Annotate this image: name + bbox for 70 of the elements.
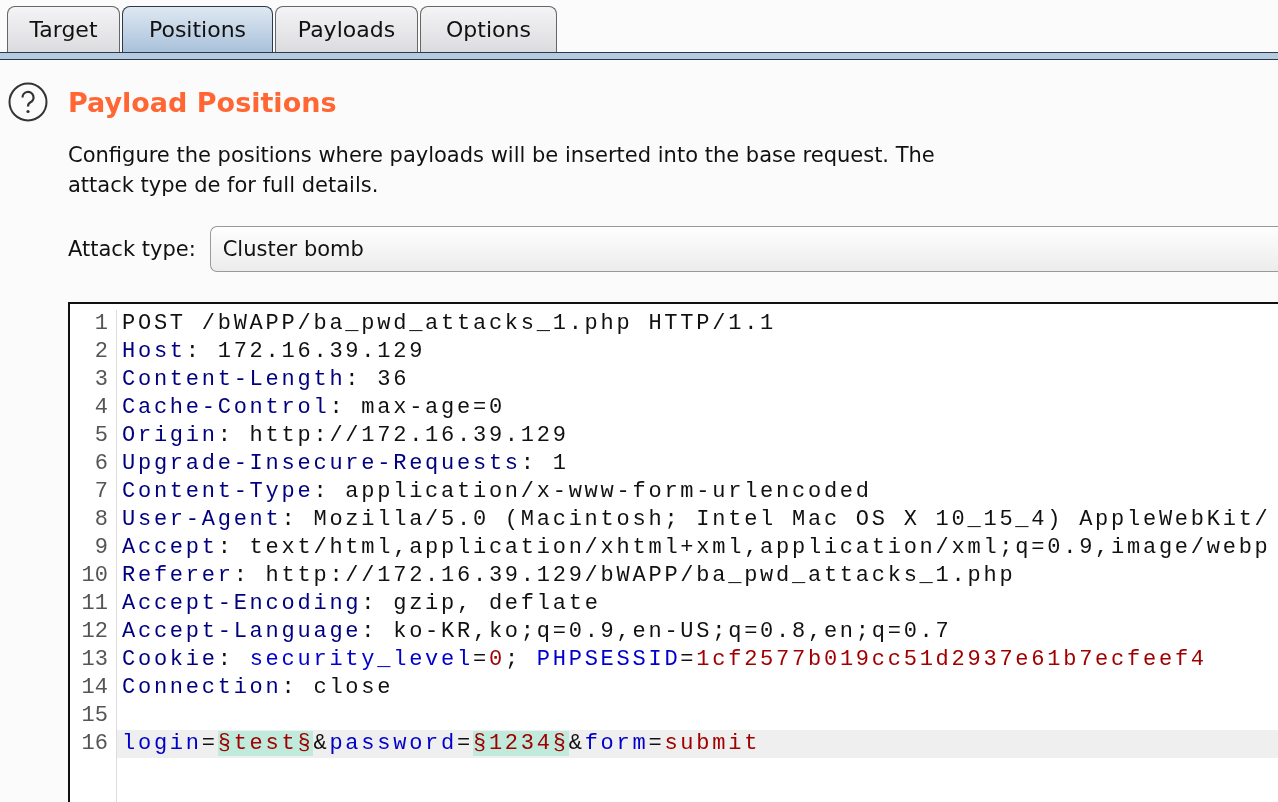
code-text: : text/html,application/xhtml+xml,application/xml;q=0.9,image/webp: [217, 535, 1271, 560]
line-number: 7: [70, 478, 117, 506]
parameter-value: 0: [488, 647, 505, 672]
line-number: 6: [70, 450, 117, 478]
header-name: Accept-Encoding: [122, 591, 362, 616]
section-title: Payload Positions: [68, 86, 337, 118]
line-number: 10: [70, 562, 117, 590]
code-text: : http://172.16.39.129: [217, 423, 569, 448]
payload-marker: §test§: [217, 731, 314, 756]
header-name: Cookie: [122, 647, 218, 672]
parameter-name: form: [584, 731, 649, 756]
line-number: 14: [70, 674, 117, 702]
code-text: : max-age=0: [329, 395, 505, 420]
parameter-name: login: [122, 731, 202, 756]
tab[interactable]: Options: [420, 6, 557, 52]
line-number: 9: [70, 534, 117, 562]
header-name: Host: [122, 339, 186, 364]
code-text: : 172.16.39.129: [185, 339, 426, 364]
parameter-name: PHPSESSID: [536, 647, 681, 672]
parameter-value: 1cf2577b019cc51d2937e61b7ecfeef4: [696, 647, 1207, 672]
code-text: : 1: [520, 451, 569, 476]
code-text: =: [648, 731, 665, 756]
code-text: : ko-KR,ko;q=0.9,en-US;q=0.8,en;q=0.7: [361, 619, 952, 644]
code-text: : application/x-www-form-urlencoded: [313, 479, 872, 504]
header-name: Upgrade-Insecure-Requests: [122, 451, 521, 476]
code-text: =: [680, 647, 697, 672]
tab[interactable]: Positions: [122, 6, 273, 52]
header-name: User-Agent: [122, 507, 282, 532]
header-name: Referer: [122, 563, 234, 588]
section-description: Configure the positions where payloads will be inserted into the base request. The attack type de for full details.: [68, 142, 936, 199]
code-text: POST /bWAPP/ba_pwd_attacks_1.php HTTP/1.1: [122, 311, 777, 336]
line-number: 12: [70, 618, 117, 646]
parameter-value: submit: [664, 731, 761, 756]
attack-type-dropdown[interactable]: Cluster bomb: [209, 226, 1278, 272]
code-text: :: [217, 647, 235, 672]
parameter-name: password: [329, 731, 457, 756]
header-name: Content-Length: [122, 367, 346, 392]
payload-marker: §1234§: [472, 731, 569, 756]
header-name: Accept: [122, 535, 218, 560]
request-editor[interactable]: [68, 302, 1278, 802]
line-number: 15: [70, 702, 117, 730]
code-text: =: [457, 731, 473, 756]
code-text: &: [313, 731, 330, 756]
tab[interactable]: Target: [7, 6, 120, 52]
line-number: 1: [70, 310, 117, 338]
header-name: Origin: [122, 423, 218, 448]
header-name: Content-Type: [122, 479, 314, 504]
code-text: &: [568, 731, 585, 756]
line-number: 2: [70, 338, 117, 366]
line-number: 8: [70, 506, 117, 534]
help-icon[interactable]: [8, 82, 48, 122]
line-number: 11: [70, 590, 117, 618]
code-text: : http://172.16.39.129/bWAPP/ba_pwd_attacks_1.php: [233, 563, 1016, 588]
header-name: Connection: [122, 675, 282, 700]
line-number: 13: [70, 646, 117, 674]
header-name: Cache-Control: [122, 395, 330, 420]
code-text: : close: [281, 675, 394, 700]
code-text: ;: [504, 647, 522, 672]
code-text: : Mozilla/5.0 (Macintosh; Intel Mac OS X 10_15_4) AppleWebKit/: [281, 507, 1271, 532]
code-text: : gzip, deflate: [361, 591, 601, 616]
tab[interactable]: Payloads: [275, 6, 418, 52]
line-number: 4: [70, 394, 117, 422]
attack-type-label: Attack type:: [68, 237, 196, 261]
line-number: 5: [70, 422, 117, 450]
code-text: : 36: [345, 367, 410, 392]
header-name: Accept-Language: [122, 619, 362, 644]
code-text: =: [201, 731, 218, 756]
line-number: 3: [70, 366, 117, 394]
parameter-name: security_level: [249, 647, 473, 672]
code-text: =: [472, 647, 489, 672]
